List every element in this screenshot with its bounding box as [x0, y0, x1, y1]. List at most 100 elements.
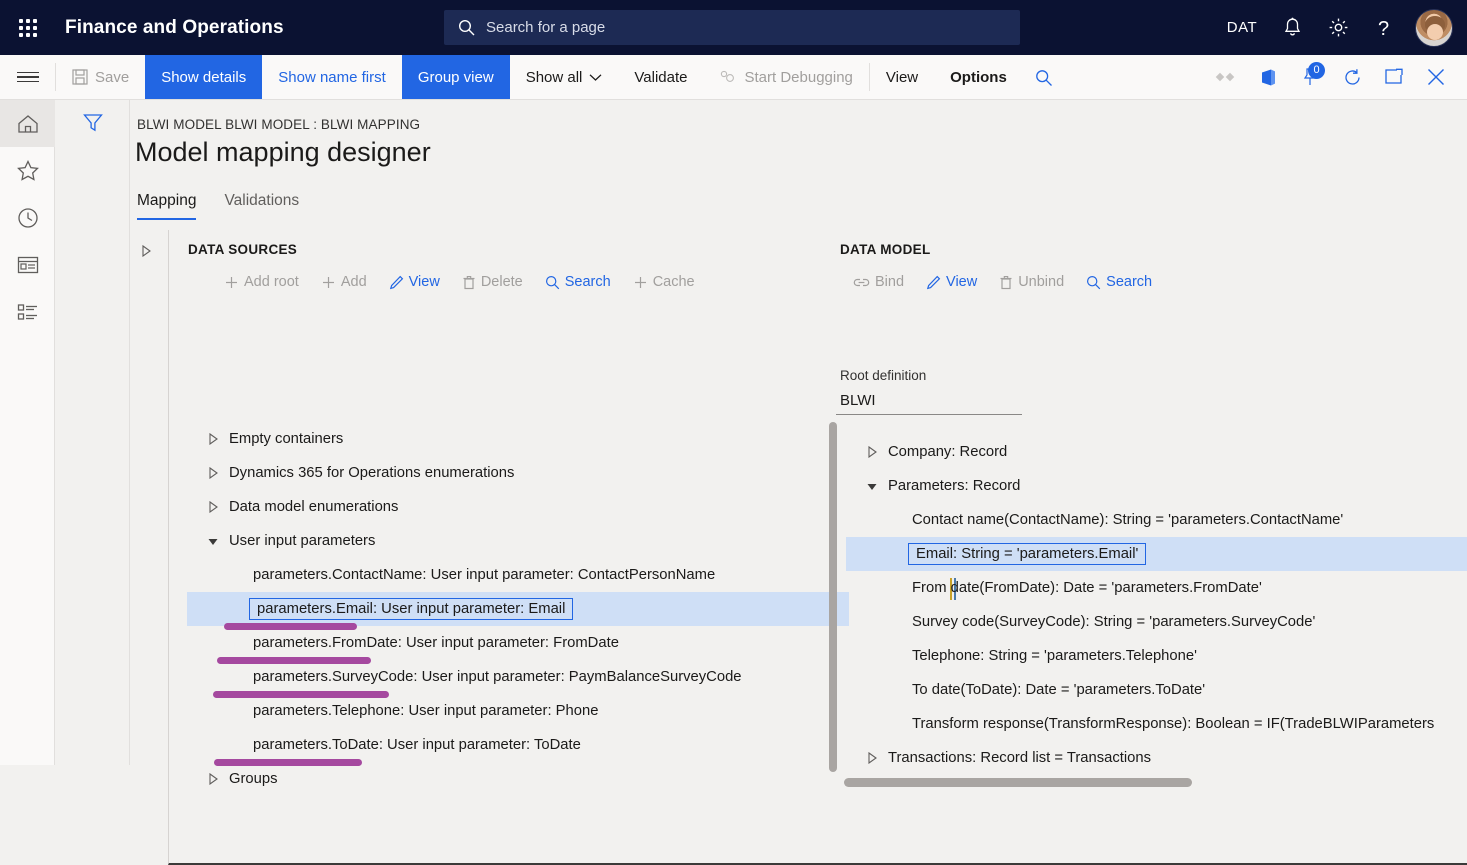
notifications-count-button[interactable]: 0	[1289, 55, 1331, 100]
office-app-icon	[1260, 68, 1277, 87]
unbind-button[interactable]: Unbind	[990, 270, 1073, 294]
root-definition-label: Root definition	[840, 368, 926, 383]
chevron-right-icon	[867, 752, 878, 764]
tree-node[interactable]: parameters.Email: User input parameter: …	[187, 592, 849, 626]
global-search-box[interactable]: Search for a page	[444, 10, 1020, 45]
help-button[interactable]: ?	[1361, 0, 1407, 55]
tree-node-label: parameters.Telephone: User input paramet…	[249, 701, 602, 721]
search-button[interactable]: Search	[1077, 270, 1161, 294]
tree-node-label: Survey code(SurveyCode): String = 'param…	[908, 612, 1319, 632]
rail-item-modules[interactable]	[0, 288, 55, 335]
data-model-horizontal-scrollbar[interactable]	[844, 778, 1192, 787]
chevron-right-icon	[141, 245, 152, 257]
tree-node[interactable]: parameters.SurveyCode: User input parame…	[187, 660, 849, 694]
company-selector[interactable]: DAT	[1215, 0, 1269, 55]
bind-button[interactable]: Bind	[844, 270, 913, 294]
data-sources-panel-expander[interactable]	[141, 245, 152, 257]
pencil-icon	[389, 275, 404, 290]
office-app-button[interactable]	[1247, 55, 1289, 100]
popout-button[interactable]	[1373, 55, 1415, 100]
spacer	[1065, 55, 1205, 99]
filter-column	[56, 100, 130, 765]
show-details-button[interactable]: Show details	[145, 55, 262, 99]
settings-button[interactable]	[1315, 0, 1361, 55]
tree-node[interactable]: Data model enumerations	[187, 490, 849, 524]
action-pane-search-button[interactable]	[1023, 55, 1065, 100]
delete-label: Delete	[481, 274, 523, 290]
add-root-button[interactable]: Add root	[215, 270, 308, 294]
save-button[interactable]: Save	[56, 55, 145, 99]
tree-node-twisty[interactable]	[201, 467, 225, 479]
start-debugging-button[interactable]: Start Debugging	[703, 55, 868, 99]
delete-button[interactable]: Delete	[453, 270, 532, 294]
search-button[interactable]: Search	[536, 270, 620, 294]
tab-mapping[interactable]: Mapping	[137, 192, 196, 220]
data-sources-tree[interactable]: Empty containersDynamics 365 for Operati…	[187, 422, 849, 817]
filter-funnel-icon[interactable]	[82, 112, 104, 765]
rail-item-workspaces[interactable]	[0, 241, 55, 288]
svg-text:?: ?	[1378, 18, 1389, 39]
tree-node[interactable]: Transform response(TransformResponse): B…	[846, 707, 1467, 741]
tree-node[interactable]: Empty containers	[187, 422, 849, 456]
waffle-menu-button[interactable]	[0, 0, 55, 55]
tree-node-twisty[interactable]	[201, 536, 225, 547]
cache-label: Cache	[653, 274, 695, 290]
tree-node[interactable]: Telephone: String = 'parameters.Telephon…	[846, 639, 1467, 673]
tree-node[interactable]: User input parameters	[187, 524, 849, 558]
navigation-toggle-button[interactable]	[0, 55, 55, 99]
app-title: Finance and Operations	[65, 17, 284, 39]
tab-validations[interactable]: Validations	[224, 192, 299, 220]
view-button[interactable]: View	[380, 270, 449, 294]
search-icon	[1035, 69, 1053, 87]
tree-node-twisty[interactable]	[201, 501, 225, 513]
rail-item-favorites[interactable]	[0, 147, 55, 194]
tree-node[interactable]: Email: String = 'parameters.Email'	[846, 537, 1467, 571]
user-avatar[interactable]	[1415, 9, 1453, 47]
close-button[interactable]	[1415, 55, 1457, 100]
action-pane-right-icons: 0	[1205, 55, 1467, 99]
tree-node[interactable]: Groups	[187, 762, 849, 796]
view-label: View	[946, 274, 977, 290]
show-all-dropdown[interactable]: Show all	[510, 55, 619, 99]
group-view-button[interactable]: Group view	[402, 55, 510, 99]
trash-icon	[462, 275, 476, 290]
tree-node[interactable]: Transactions: Record list = Transactions	[846, 741, 1467, 775]
tree-node[interactable]: parameters.Telephone: User input paramet…	[187, 694, 849, 728]
rail-item-home[interactable]	[0, 100, 55, 147]
tree-node-twisty[interactable]	[201, 773, 225, 785]
diamonds-icon	[1215, 71, 1237, 83]
root-definition-input[interactable]	[836, 390, 1022, 415]
view-button[interactable]: View	[917, 270, 986, 294]
hamburger-menu-icon	[17, 69, 39, 86]
tree-node[interactable]: To date(ToDate): Date = 'parameters.ToDa…	[846, 673, 1467, 707]
tree-node[interactable]: Parameters: Record	[846, 469, 1467, 503]
tree-node-twisty[interactable]	[860, 752, 884, 764]
tree-node-label: Data model enumerations	[225, 497, 402, 517]
tree-node[interactable]: Dynamics 365 for Operations enumerations	[187, 456, 849, 490]
tree-node-twisty[interactable]	[201, 433, 225, 445]
tree-node-twisty[interactable]	[860, 481, 884, 492]
chevron-down-icon	[207, 536, 219, 547]
tree-node[interactable]: From date(FromDate): Date = 'parameters.…	[846, 571, 1467, 605]
cache-button[interactable]: Cache	[624, 270, 704, 294]
tree-node-label: Email: String = 'parameters.Email'	[908, 543, 1146, 565]
tree-node-twisty[interactable]	[860, 446, 884, 458]
view-menu-button[interactable]: View	[870, 55, 934, 99]
tree-node[interactable]: parameters.ToDate: User input parameter:…	[187, 728, 849, 762]
validate-button[interactable]: Validate	[618, 55, 703, 99]
rail-item-recent[interactable]	[0, 194, 55, 241]
diamonds-button[interactable]	[1205, 55, 1247, 100]
tree-node[interactable]: Survey code(SurveyCode): String = 'param…	[846, 605, 1467, 639]
debug-gear-icon	[719, 70, 737, 84]
options-menu-button[interactable]: Options	[934, 55, 1023, 99]
tree-node[interactable]: Company: Record	[846, 435, 1467, 469]
show-name-first-button[interactable]: Show name first	[262, 55, 402, 99]
tree-node[interactable]: parameters.ContactName: User input param…	[187, 558, 849, 592]
tree-node[interactable]: Contact name(ContactName): String = 'par…	[846, 503, 1467, 537]
tree-node-label: Contact name(ContactName): String = 'par…	[908, 510, 1347, 530]
refresh-button[interactable]	[1331, 55, 1373, 100]
data-model-tree[interactable]: Company: RecordParameters: Record Contact…	[846, 435, 1467, 785]
add-button[interactable]: Add	[312, 270, 376, 294]
tree-node[interactable]: parameters.FromDate: User input paramete…	[187, 626, 849, 660]
notifications-button[interactable]	[1269, 0, 1315, 55]
